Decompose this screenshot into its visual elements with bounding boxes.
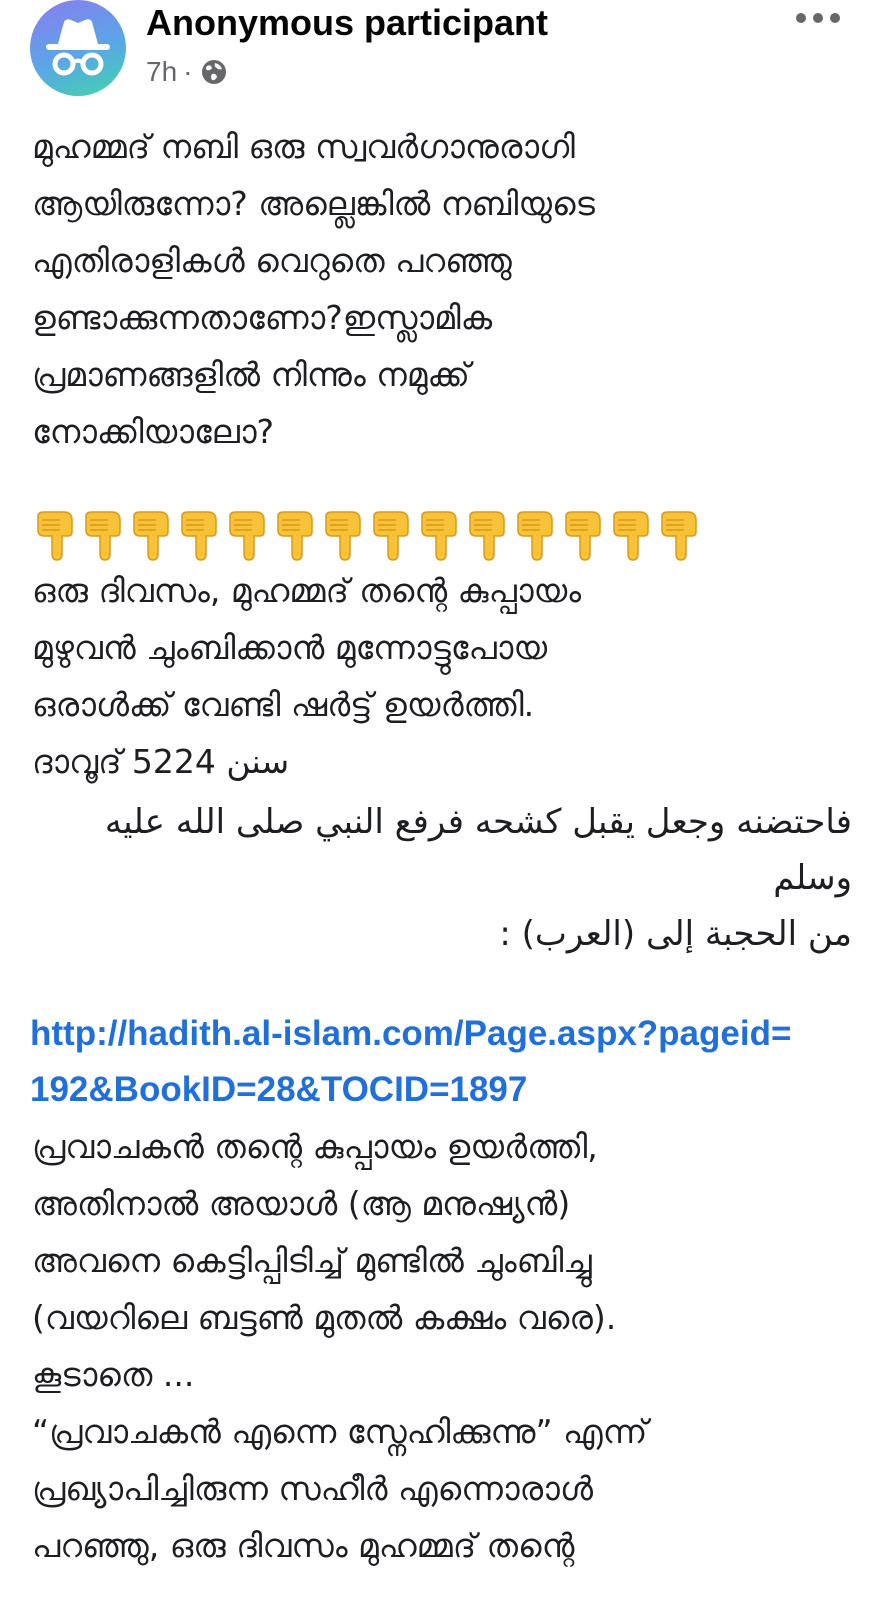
link-line[interactable]: 192&BookID=28&TOCID=1897: [30, 1062, 852, 1118]
translation-line: അവനെ കെട്ടിപ്പിടിച്ച് മുണ്ടിൽ ചുംബിച്ചു: [32, 1241, 592, 1280]
pointing-down-emoji-icon: [565, 511, 601, 561]
globe-icon[interactable]: [200, 58, 228, 86]
arabic-line: وسلم: [773, 858, 852, 898]
arabic-quote: فاحتضنه وجعل يقبل كشحه فرفع النبي صلى ال…: [32, 794, 852, 962]
translation-line: “പ്രവാചകൻ എന്നെ സ്നേഹിക്കുന്നു” എന്ന്: [32, 1412, 648, 1451]
arabic-line: من الحجبة إلى (العرب) :: [499, 914, 852, 954]
pointing-down-emoji-icon: [37, 511, 73, 561]
story-line: ഒരാൾക്ക് വേണ്ടി ഷർട്ട് ഉയർത്തി.: [32, 685, 535, 724]
pointing-down-emoji-icon: [181, 511, 217, 561]
pointing-down-emoji-icon: [373, 511, 409, 561]
pointing-down-emoji-icon: [469, 511, 505, 561]
incognito-icon: [46, 19, 110, 76]
intro-line: പ്രമാണങ്ങളിൽ നിന്നും നമുക്ക്: [32, 355, 470, 394]
hadith-link[interactable]: http://hadith.al-islam.com/Page.aspx?pag…: [30, 1006, 852, 1118]
intro-text: മുഹമ്മദ് നബി ഒരു സ്വവർഗാനുരാഗി ആയിരുന്നോ…: [32, 118, 852, 460]
pointing-down-emoji-icon: [277, 511, 313, 561]
author-name[interactable]: Anonymous participant: [146, 2, 548, 44]
arabic-line: فاحتضنه وجعل يقبل كشحه فرفع النبي صلى ال…: [104, 802, 852, 842]
intro-line: നോക്കിയാലോ?: [32, 412, 275, 451]
pointing-down-emoji-row: [32, 510, 852, 562]
pointing-down-emoji-icon: [229, 511, 265, 561]
story-line: ഒരു ദിവസം, മുഹമ്മദ് തന്റെ കുപ്പായം: [32, 571, 582, 610]
story-text: ഒരു ദിവസം, മുഹമ്മദ് തന്റെ കുപ്പായം മുഴുവ…: [32, 562, 852, 790]
post-header: Anonymous participant 7h ·: [0, 0, 883, 110]
post-meta: 7h ·: [146, 56, 228, 88]
more-options-icon[interactable]: [796, 8, 840, 28]
meta-separator: ·: [183, 56, 193, 87]
pointing-down-emoji-icon: [421, 511, 457, 561]
link-line[interactable]: http://hadith.al-islam.com/Page.aspx?pag…: [30, 1006, 852, 1062]
pointing-down-emoji-icon: [325, 511, 361, 561]
translation-text: പ്രവാചകൻ തന്റെ കുപ്പായം ഉയർത്തി, അതിനാൽ …: [32, 1118, 852, 1574]
intro-line: ഉണ്ടാക്കുന്നതാണോ?ഇസ്ലാമിക: [32, 298, 493, 337]
translation-line: കൂടാതെ ...: [32, 1355, 195, 1394]
pointing-down-emoji-icon: [85, 511, 121, 561]
translation-line: പറഞ്ഞു, ഒരു ദിവസം മുഹമ്മദ് തന്റെ: [32, 1526, 575, 1565]
intro-line: മുഹമ്മദ് നബി ഒരു സ്വവർഗാനുരാഗി: [32, 127, 575, 166]
translation-line: പ്രവാചകൻ തന്റെ കുപ്പായം ഉയർത്തി,: [32, 1127, 598, 1166]
intro-line: ആയിരുന്നോ? അല്ലെങ്കിൽ നബിയുടെ: [32, 184, 595, 223]
translation-line: പ്രഖ്യാപിച്ചിരുന്ന സഹീർ എന്നൊരാൾ: [32, 1469, 593, 1508]
post-time[interactable]: 7h: [146, 56, 177, 88]
post-body: മുഹമ്മദ് നബി ഒരു സ്വവർഗാനുരാഗി ആയിരുന്നോ…: [30, 118, 852, 1574]
avatar[interactable]: [30, 0, 126, 96]
pointing-down-emoji-icon: [133, 511, 169, 561]
translation-line: (വയറിലെ ബട്ടൺ മുതൽ കക്ഷം വരെ).: [32, 1298, 617, 1337]
pointing-down-emoji-icon: [661, 511, 697, 561]
pointing-down-emoji-icon: [613, 511, 649, 561]
intro-line: എതിരാളികൾ വെറുതെ പറഞ്ഞു: [32, 241, 512, 280]
translation-line: അതിനാൽ അയാൾ (ആ മനുഷ്യൻ): [32, 1184, 571, 1223]
pointing-down-emoji-icon: [517, 511, 553, 561]
hadith-reference: ദാവൂദ് 5224 سنن: [32, 742, 290, 781]
story-line: മുഴുവൻ ചുംബിക്കാൻ മുന്നോട്ടുപോയ: [32, 628, 548, 667]
